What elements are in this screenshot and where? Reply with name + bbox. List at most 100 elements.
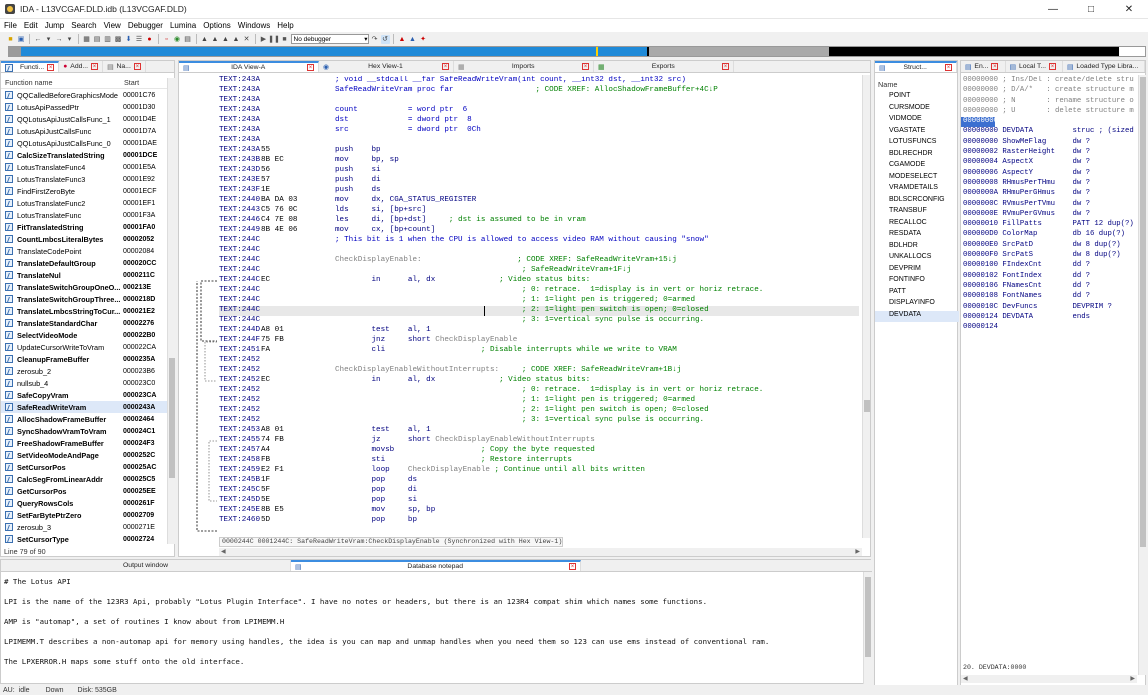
structure-item[interactable]: BDLSCRCONFIG (875, 196, 959, 208)
close-icon[interactable]: × (945, 64, 952, 71)
disasm-line[interactable]: *TEXT:245B1F pop ds (219, 476, 417, 486)
structure-item[interactable]: CURSMODE (875, 104, 959, 116)
undefine-icon[interactable]: ✕ (242, 35, 251, 44)
disasm-hscrollbar[interactable]: ◀ ▶ (219, 548, 862, 556)
function-row[interactable]: CalcSizeTranslatedString 00001DCE (1, 149, 167, 161)
function-row[interactable]: LotusTranslateFunc 00001F3A (1, 209, 167, 221)
function-row[interactable]: QQLotusApiJustCallsFunc_1 00001D4E (1, 113, 167, 125)
struct-line[interactable]: 000000F0 SrcPatS dw 8 dup(?) (961, 251, 1137, 261)
function-row[interactable]: FindFirstZeroByte 00001ECF (1, 185, 167, 197)
immediate-search-icon[interactable]: ▥ (103, 35, 112, 44)
search-next-icon[interactable]: ▩ (114, 35, 123, 44)
function-row[interactable]: SetCursorPos 000025AC (1, 461, 167, 473)
notepad-scrollbar[interactable] (863, 572, 871, 684)
function-row[interactable]: LotusTranslateFunc4 00001E5A (1, 161, 167, 173)
scroll-right-icon[interactable]: ▶ (855, 548, 860, 556)
disasm-line[interactable]: TEXT:243A count = word ptr 6 (219, 106, 467, 116)
step-into-icon[interactable]: ↷ (370, 35, 379, 44)
column-start[interactable]: Start (124, 78, 139, 88)
disasm-line[interactable]: *TEXT:243B8B ECmov bp, sp (219, 156, 399, 166)
function-row[interactable]: FreeShadowFrameBuffer 000024F3 (1, 437, 167, 449)
structure-item[interactable]: POINT (875, 92, 959, 104)
structures-header[interactable]: Name (878, 80, 897, 89)
struct-line[interactable]: 00000108 FontNames dd ? (961, 292, 1137, 302)
tab-imports[interactable]: ▦ Imports × (454, 61, 594, 72)
disasm-line[interactable]: TEXT:243A SafeReadWriteVram proc far ; CO… (219, 86, 718, 96)
structure-listing[interactable]: 00000000 ; Ins/Del : create/delete stru 0… (961, 76, 1137, 656)
structure-item[interactable]: CGAMODE (875, 161, 959, 173)
close-icon[interactable]: × (91, 63, 99, 70)
disasm-line[interactable]: *TEXT:243A55push bp (219, 146, 381, 156)
disasm-line[interactable]: *TEXT:243E57push di (219, 176, 381, 186)
disasm-line[interactable]: TEXT:244C ; This bit is 1 when the CPU is… (219, 236, 709, 246)
struct-line[interactable]: 00000124 (961, 323, 1137, 333)
function-row[interactable]: UpdateCursorWriteToVram 000022CA (1, 341, 167, 353)
close-icon[interactable]: × (441, 63, 449, 70)
disasm-line[interactable]: TEXT:244C ; 1: 1=light pen is triggered;… (219, 296, 695, 306)
function-row[interactable]: zerosub_2 000023B6 (1, 365, 167, 377)
disasm-scrollbar[interactable] (862, 75, 870, 538)
close-icon[interactable]: × (133, 63, 141, 70)
dropdown-icon[interactable]: ▾ (44, 35, 53, 44)
struct-line[interactable]: 00000102 FontIndex dd ? (961, 272, 1137, 282)
structure-item[interactable]: MODESELECT (875, 173, 959, 185)
binary-search-icon[interactable]: ▦ (82, 35, 91, 44)
function-row[interactable]: TranslateSwitchGroupThree... 0000218D (1, 293, 167, 305)
disasm-line[interactable]: *TEXT:2457A4 movsb ; Copy the byte reque… (219, 446, 595, 456)
hex-icon[interactable]: ▫ (162, 35, 171, 44)
tab-output-window[interactable]: Output window (1, 560, 291, 571)
struct-line[interactable]: 00000000 ; Ins/Del : create/delete stru (961, 76, 1137, 86)
function-row[interactable]: TranslateNul 0000211C (1, 269, 167, 281)
function-row[interactable]: SelectVideoMode 000022B0 (1, 329, 167, 341)
struct-line[interactable]: 00000006 AspectY dw ? (961, 169, 1137, 179)
disasm-line[interactable]: TEXT:244C EC in al, dx ; Video status bit… (219, 276, 590, 286)
disasm-line[interactable]: TEXT:2452 ; 2: 1=light pen switch is ope… (219, 406, 709, 416)
struct-line[interactable]: 00000000 ; U : delete structure m (961, 107, 1137, 117)
navigation-band[interactable] (8, 46, 1146, 57)
function-row[interactable]: TranslateSwitchGroupOneO... 000213E (1, 281, 167, 293)
make-array-icon[interactable]: ▲ (232, 35, 241, 44)
struct-line[interactable]: 00000000 ; N : rename structure o (961, 97, 1137, 107)
structure-item[interactable]: VIDMODE (875, 115, 959, 127)
close-button[interactable]: ✕ (1110, 0, 1148, 19)
make-data-icon[interactable]: ▲ (211, 35, 220, 44)
structure-item[interactable]: RECALLOC (875, 219, 959, 231)
struct-line[interactable]: 00000000 ; D/A/* : create structure m (961, 86, 1137, 96)
disasm-line[interactable]: *TEXT:2440BA DA 03mov dx, CGA_STATUS_REG… (219, 196, 476, 206)
text-search-icon[interactable]: ▤ (93, 35, 102, 44)
menu-edit[interactable]: Edit (24, 21, 38, 30)
structure-item[interactable]: DISPLAYINFO (875, 299, 959, 311)
disasm-line[interactable]: TEXT:243A ; void __stdcall __far SafeRead… (219, 76, 686, 86)
close-icon[interactable]: × (1049, 63, 1057, 70)
disasm-line[interactable]: TEXT:2452 ; 0: retrace. 1=display is in … (219, 386, 763, 396)
disasm-line[interactable]: TEXT:2452 ; 3: 1=vertical sync pulse is … (219, 416, 704, 426)
structure-item[interactable]: VRAMDETAILS (875, 184, 959, 196)
scrollbar-thumb[interactable] (865, 577, 871, 657)
scroll-right-icon[interactable]: ▶ (1130, 675, 1135, 683)
function-row[interactable]: QueryRowsCols 0000261F (1, 497, 167, 509)
disasm-line[interactable]: TEXT:2452 (219, 356, 260, 366)
function-row[interactable]: nullsub_4 000023C0 (1, 377, 167, 389)
struct-scrollbar[interactable] (1138, 75, 1146, 675)
struct-hscrollbar[interactable]: ◀ ▶ (961, 675, 1137, 683)
breakpoint-icon[interactable]: ● (145, 35, 154, 44)
struct-line[interactable]: 00000004 AspectX dw ? (961, 158, 1137, 168)
disasm-line[interactable]: *TEXT:243F1Epush ds (219, 186, 381, 196)
forward-icon[interactable]: → (55, 35, 64, 44)
structure-item[interactable]: PATT (875, 288, 959, 300)
structure-item[interactable]: DEVPRIM (875, 265, 959, 277)
structure-item[interactable]: DEVDATA (875, 310, 959, 322)
dropdown-icon[interactable]: ▾ (65, 35, 74, 44)
disassembly-listing[interactable]: TEXT:243A ; void __stdcall __far SafeRead… (219, 76, 861, 536)
function-row[interactable]: SafeCopyVram 000023CA (1, 389, 167, 401)
struct-line[interactable]: 00000000 ShowMeFlag dw ? (961, 138, 1137, 148)
disasm-line[interactable]: TEXT:243A (219, 136, 260, 146)
data-icon[interactable]: ▤ (183, 35, 192, 44)
close-icon[interactable]: × (306, 64, 314, 71)
menu-lumina[interactable]: Lumina (170, 21, 196, 30)
menu-view[interactable]: View (104, 21, 121, 30)
scroll-left-icon[interactable]: ◀ (963, 675, 968, 683)
structure-item[interactable]: UNKALLOCS (875, 253, 959, 265)
menu-debugger[interactable]: Debugger (128, 21, 163, 30)
menu-windows[interactable]: Windows (238, 21, 270, 30)
